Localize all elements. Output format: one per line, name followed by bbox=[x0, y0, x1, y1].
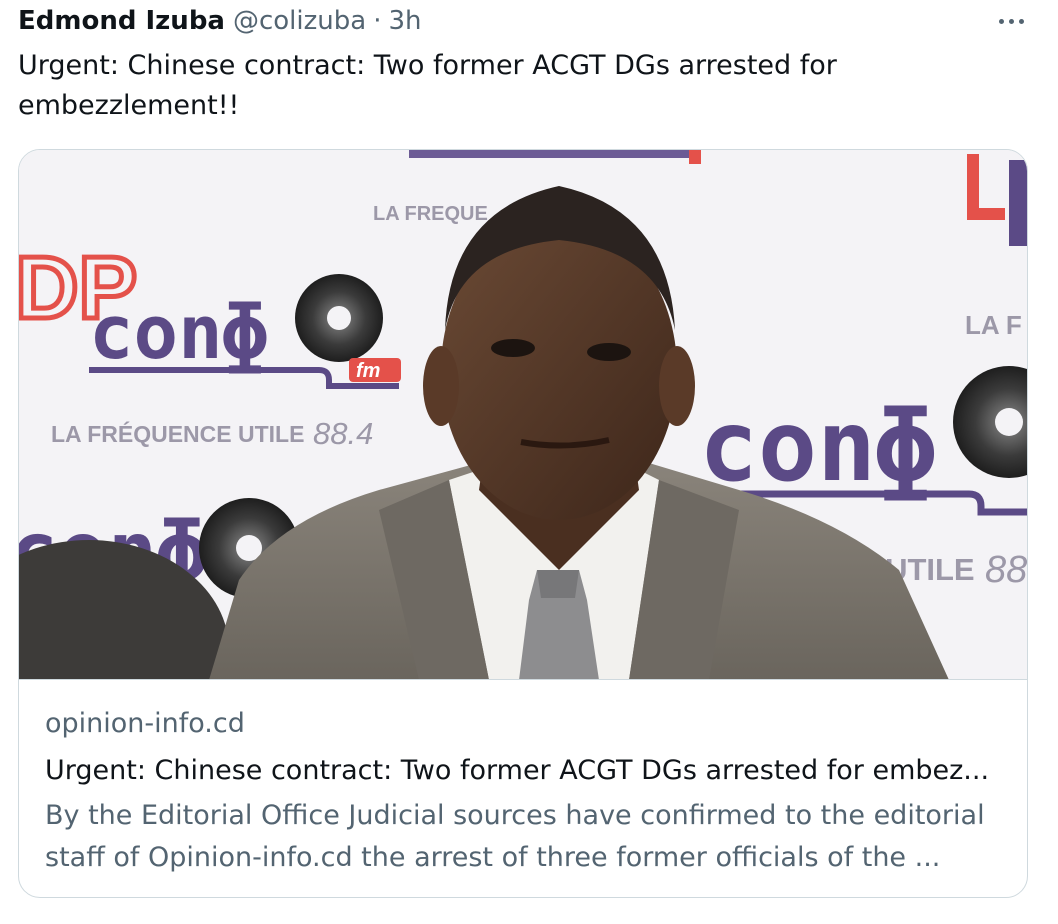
backdrop-frequency: 88.4 bbox=[313, 416, 373, 451]
card-body: opinion-info.cd Urgent: Chinese contract… bbox=[19, 680, 1027, 897]
card-photo: DP conɸ fm LA FREQUE LA FRÉQUENCE UTILE … bbox=[19, 150, 1027, 679]
author-name[interactable]: Edmond Izuba bbox=[18, 4, 225, 38]
separator-dot: · bbox=[373, 6, 382, 36]
card-title: Urgent: Chinese contract: Two former ACG… bbox=[45, 755, 990, 786]
tweet-timestamp[interactable]: 3h bbox=[388, 4, 421, 38]
backdrop-frequency: 88 bbox=[985, 549, 1027, 591]
backdrop-small-label: LA F bbox=[965, 310, 1022, 340]
more-dot bbox=[1018, 18, 1024, 24]
more-dot bbox=[1008, 18, 1014, 24]
backdrop-tagline: LA FRÉQUENCE UTILE bbox=[51, 420, 304, 447]
link-preview-card[interactable]: DP conɸ fm LA FREQUE LA FRÉQUENCE UTILE … bbox=[18, 149, 1028, 898]
more-horizontal-icon[interactable] bbox=[994, 10, 1028, 32]
backdrop-logo: conɸ bbox=[699, 390, 935, 504]
tweet-text: Urgent: Chinese contract: Two former ACG… bbox=[18, 46, 998, 126]
tweet-text-line: Urgent: Chinese contract: Two former ACG… bbox=[18, 50, 837, 81]
card-image[interactable]: DP conɸ fm LA FREQUE LA FRÉQUENCE UTILE … bbox=[19, 150, 1027, 680]
card-description-line: By the Editorial Office Judicial sources… bbox=[45, 800, 985, 831]
card-description-line: staff of Opinion-info.cd the arrest of t… bbox=[45, 842, 941, 873]
backdrop-fm-badge: fm bbox=[356, 360, 380, 382]
card-description: By the Editorial Office Judicial sources… bbox=[45, 795, 1005, 879]
card-domain: opinion-info.cd bbox=[45, 708, 245, 739]
tweet-text-line: embezzlement!! bbox=[18, 90, 240, 121]
tweet-header: Edmond Izuba @colizuba · 3h bbox=[18, 4, 422, 38]
backdrop-logo: conɸ bbox=[89, 290, 267, 376]
tweet[interactable]: Edmond Izuba @colizuba · 3h Urgent: Chin… bbox=[0, 0, 1058, 924]
author-handle[interactable]: @colizuba bbox=[233, 4, 366, 38]
more-dot bbox=[998, 18, 1004, 24]
backdrop-small-label: LA FREQUE bbox=[373, 203, 488, 225]
